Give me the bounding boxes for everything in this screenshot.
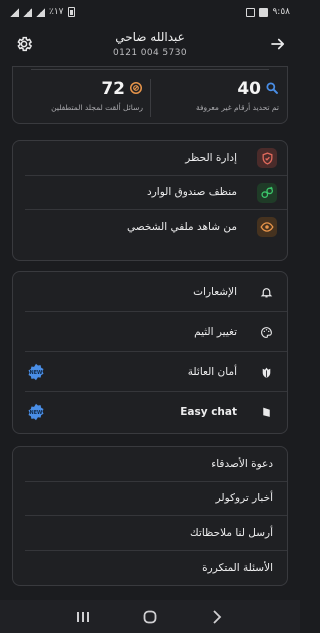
status-right: ٩:٥٨: [246, 7, 290, 17]
truecaller-news-label: أخبار تروكولر: [215, 492, 273, 505]
user-name: عبدالله ضاحي: [115, 30, 185, 44]
easy-chat-item[interactable]: NEW Easy chat: [25, 392, 287, 432]
search-icon: [265, 80, 279, 99]
user-phone: 0121 004 5730: [113, 48, 187, 58]
wifi-icon: [23, 7, 32, 17]
send-feedback-label: أرسل لنا ملاحظاتك: [190, 526, 273, 539]
profile-header: عبدالله ضاحي 0121 004 5730: [0, 24, 300, 68]
features-card: الإشعارات تغيير الثيم NEW أمان العائلة N…: [12, 271, 288, 434]
mail-icon: [259, 7, 269, 17]
battery-percent: ٪١٧: [49, 7, 64, 17]
family-safety-item[interactable]: NEW أمان العائلة: [25, 352, 287, 392]
identified-label: تم تحديد أرقام غير معروفة: [195, 103, 279, 112]
notifications-item[interactable]: الإشعارات: [25, 272, 287, 312]
broom-icon: [257, 182, 277, 203]
family-safety-label: أمان العائلة: [187, 365, 237, 378]
security-card: إدارة الحظر منظف صندوق الوارد من شاهد مل…: [12, 140, 288, 261]
faq-item[interactable]: الأسئلة المتكررة: [25, 551, 287, 586]
leaf-shield-icon: [259, 365, 273, 379]
send-feedback-item[interactable]: أرسل لنا ملاحظاتك: [25, 516, 287, 551]
eye-icon: [257, 217, 277, 237]
change-theme-label: تغيير الثيم: [194, 325, 237, 338]
notifications-label: الإشعارات: [193, 285, 237, 298]
stats-top-line: [31, 69, 269, 70]
recent-apps-icon[interactable]: [68, 607, 98, 627]
bell-icon: [259, 285, 273, 299]
system-nav-bar: [0, 600, 300, 633]
battery-icon: [67, 7, 75, 17]
identified-stat[interactable]: 40 تم تحديد أرقام غير معروفة: [157, 79, 279, 112]
chat-icon: [259, 405, 273, 419]
inbox-cleaner-label: منظف صندوق الوارد: [147, 186, 237, 199]
easy-chat-label: Easy chat: [180, 406, 237, 418]
palette-icon: [259, 325, 273, 339]
status-time: ٩:٥٨: [272, 7, 290, 17]
block-management-item[interactable]: إدارة الحظر: [25, 141, 287, 176]
status-left: ٪١٧: [10, 7, 75, 17]
change-theme-item[interactable]: تغيير الثيم: [25, 312, 287, 352]
spam-count: 72: [101, 79, 125, 99]
status-bar: ٪١٧ ٩:٥٨: [0, 0, 300, 24]
image-icon: [246, 7, 256, 17]
inbox-cleaner-item[interactable]: منظف صندوق الوارد: [25, 176, 287, 210]
truecaller-news-item[interactable]: أخبار تروكولر: [25, 482, 287, 516]
invite-friends-item[interactable]: دعوة الأصدقاء: [25, 447, 287, 482]
new-badge-text: NEW: [30, 370, 43, 376]
blocked-chat-icon: [129, 80, 143, 99]
spam-stat[interactable]: 72 رسائل ألقت لمجلد المتطفلين: [21, 79, 143, 112]
arrow-right-icon[interactable]: [266, 32, 290, 56]
profile-viewers-label: من شاهد ملفي الشخصي: [127, 221, 237, 234]
block-management-label: إدارة الحظر: [185, 151, 237, 164]
new-badge: NEW: [27, 363, 45, 381]
back-icon[interactable]: [202, 607, 232, 627]
misc-card: دعوة الأصدقاء أخبار تروكولر أرسل لنا ملا…: [12, 446, 288, 586]
stats-divider: [150, 79, 151, 117]
faq-label: الأسئلة المتكررة: [202, 561, 273, 574]
new-badge: NEW: [27, 403, 45, 421]
spam-label: رسائل ألقت لمجلد المتطفلين: [51, 103, 143, 112]
alarm-icon: [10, 7, 19, 17]
invite-friends-label: دعوة الأصدقاء: [211, 457, 273, 470]
home-icon[interactable]: [135, 607, 165, 627]
signal-icon: [36, 7, 45, 17]
new-badge-text: NEW: [30, 410, 43, 416]
shield-icon: [257, 148, 277, 168]
stats-card: 40 تم تحديد أرقام غير معروفة 72 رسائل أل…: [12, 66, 288, 124]
profile-viewers-item[interactable]: من شاهد ملفي الشخصي: [25, 210, 287, 245]
identified-count: 40: [237, 79, 261, 99]
